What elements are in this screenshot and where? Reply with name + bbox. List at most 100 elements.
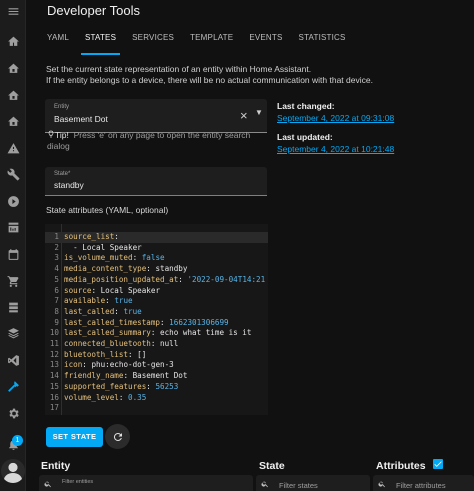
- yaml-editor[interactable]: 1 source_list: 2 - Local Speaker 3 is_volume…: [45, 224, 268, 415]
- tip-label: Tip!: [55, 130, 69, 140]
- yaml-key: supported_features: [64, 381, 147, 391]
- yaml-value: : Basement Dot: [123, 371, 188, 381]
- tab-template[interactable]: TEMPLATE: [182, 26, 241, 55]
- media-icon[interactable]: [2, 190, 24, 212]
- overview-icon[interactable]: [2, 30, 24, 52]
- yaml-value: :: [132, 253, 142, 263]
- code-text: source_list:: [64, 232, 119, 241]
- state-field[interactable]: State* standby: [45, 167, 267, 196]
- yaml-key: connected_bluetooth: [64, 339, 151, 348]
- filter-attributes-input[interactable]: Filter attributes: [373, 475, 474, 491]
- code-text: volume_level: 0.35: [64, 393, 146, 402]
- wrench-icon[interactable]: [2, 163, 24, 185]
- alert-icon[interactable]: [2, 137, 24, 159]
- tab-services[interactable]: SERVICES: [124, 26, 182, 55]
- filter-entities-input[interactable]: Filter entities: [39, 475, 253, 491]
- code-line[interactable]: 16 volume_level: 0.35: [45, 393, 268, 404]
- line-number: 6: [54, 285, 59, 295]
- entity-picker[interactable]: Entity Basement Dot × ▼: [45, 99, 267, 133]
- chevron-down-icon[interactable]: ▼: [255, 108, 263, 117]
- code-line[interactable]: 17: [45, 403, 268, 414]
- code-line[interactable]: 7 available: true: [45, 296, 268, 307]
- cart-icon[interactable]: [2, 270, 24, 292]
- yaml-key: friendly_name: [64, 371, 124, 381]
- yaml-key: last_called_summary: [64, 328, 151, 338]
- line-number: 2: [54, 242, 59, 252]
- last-updated-value[interactable]: September 4, 2022 at 10:21:48: [277, 144, 394, 154]
- tab-yaml[interactable]: YAML: [39, 26, 77, 55]
- yaml-key: media_position_updated_at: [64, 274, 179, 284]
- code-line[interactable]: 10 last_called_summary: echo what time is…: [45, 328, 268, 339]
- gear-icon[interactable]: [2, 402, 24, 424]
- storage-icon[interactable]: [2, 296, 24, 318]
- tab-events[interactable]: EVENTS: [241, 26, 290, 55]
- yaml-key: media_content_type: [64, 264, 147, 274]
- page-title: Developer Tools: [47, 3, 140, 18]
- line-number: 11: [49, 339, 59, 348]
- notification-badge: 1: [12, 435, 23, 446]
- home-icon[interactable]: [2, 84, 24, 106]
- tab-bar: YAML STATES SERVICES TEMPLATE EVENTS STA…: [39, 26, 354, 55]
- code-text: source: Local Speaker: [64, 286, 160, 295]
- code-line[interactable]: 8 last_called: true: [45, 307, 268, 318]
- attributes-checkbox[interactable]: [433, 459, 443, 469]
- search-icon: [44, 481, 51, 488]
- hammer-icon[interactable]: [2, 375, 24, 397]
- filter-attributes-placeholder: Filter attributes: [396, 481, 446, 490]
- attributes-label: State attributes (YAML, optional): [46, 205, 169, 215]
- layers-icon[interactable]: [2, 322, 24, 344]
- yaml-key: available: [64, 296, 106, 306]
- column-state[interactable]: State: [259, 460, 285, 472]
- code-line[interactable]: 6 source: Local Speaker: [45, 286, 268, 297]
- states-table-header: Entity State Attributes Filter entities …: [27, 457, 474, 491]
- set-state-button[interactable]: SET STATE: [46, 427, 103, 447]
- state-field-value[interactable]: standby: [54, 180, 84, 190]
- yaml-value: '2022-09-04T14:21: [187, 274, 266, 284]
- entity-field-value[interactable]: Basement Dot: [54, 114, 108, 124]
- refresh-button[interactable]: [105, 424, 130, 449]
- yaml-key: last_called: [64, 306, 115, 316]
- code-line[interactable]: 3 is_volume_muted: false: [45, 253, 268, 264]
- code-line[interactable]: 5 media_position_updated_at: '2022-09-04T…: [45, 275, 268, 286]
- tab-statistics[interactable]: STATISTICS: [291, 26, 354, 55]
- home-icon[interactable]: [2, 110, 24, 132]
- code-line[interactable]: 9 last_called_timestamp: 1662301306699: [45, 318, 268, 329]
- column-entity[interactable]: Entity: [41, 460, 70, 472]
- code-line[interactable]: 4 media_content_type: standby: [45, 264, 268, 275]
- code-line[interactable]: 13 icon: phu:echo-dot-gen-3: [45, 360, 268, 371]
- state-field-label: State*: [54, 171, 71, 177]
- code-line[interactable]: 14 friendly_name: Basement Dot: [45, 371, 268, 382]
- line-number: 5: [54, 274, 59, 284]
- yaml-key: volume_level: [64, 392, 119, 402]
- code-line[interactable]: 1 source_list:: [45, 232, 268, 243]
- line-number: 17: [49, 403, 59, 413]
- code-line[interactable]: 11 connected_bluetooth: null: [45, 339, 268, 350]
- yaml-value: : []: [128, 349, 147, 359]
- header: Developer Tools YAML STATES SERVICES TEM…: [27, 0, 474, 55]
- calendar-icon[interactable]: [2, 243, 24, 265]
- yaml-key: last_called_timestamp: [64, 317, 161, 327]
- avatar[interactable]: [1, 459, 25, 483]
- yaml-value: : null: [150, 339, 179, 348]
- code-line[interactable]: 2 - Local Speaker: [45, 243, 268, 254]
- code-line[interactable]: 15 supported_features: 56253: [45, 382, 268, 393]
- last-changed-value[interactable]: September 4, 2022 at 09:31:08: [277, 113, 394, 123]
- code-text: connected_bluetooth: null: [64, 339, 178, 348]
- yaml-value: :: [105, 296, 115, 306]
- yaml-value: 1662301306699: [169, 317, 229, 327]
- code-line[interactable]: 12 bluetooth_list: []: [45, 350, 268, 361]
- main-content: Set the current state representation of …: [27, 55, 474, 491]
- column-attributes[interactable]: Attributes: [376, 460, 426, 472]
- description-line-1: Set the current state representation of …: [46, 64, 312, 74]
- filter-entities-label: Filter entities: [62, 479, 94, 485]
- line-number: 8: [54, 306, 59, 316]
- tab-states[interactable]: STATES: [77, 26, 124, 55]
- history-icon[interactable]: [2, 216, 24, 238]
- menu-icon[interactable]: [2, 0, 24, 22]
- tip-text: Press 'e' on any page to open the entity…: [47, 130, 251, 151]
- home-icon[interactable]: [2, 57, 24, 79]
- vscode-icon[interactable]: [2, 349, 24, 371]
- close-icon[interactable]: ×: [240, 108, 248, 123]
- filter-states-input[interactable]: Filter states: [256, 475, 370, 491]
- yaml-value: true: [123, 306, 142, 316]
